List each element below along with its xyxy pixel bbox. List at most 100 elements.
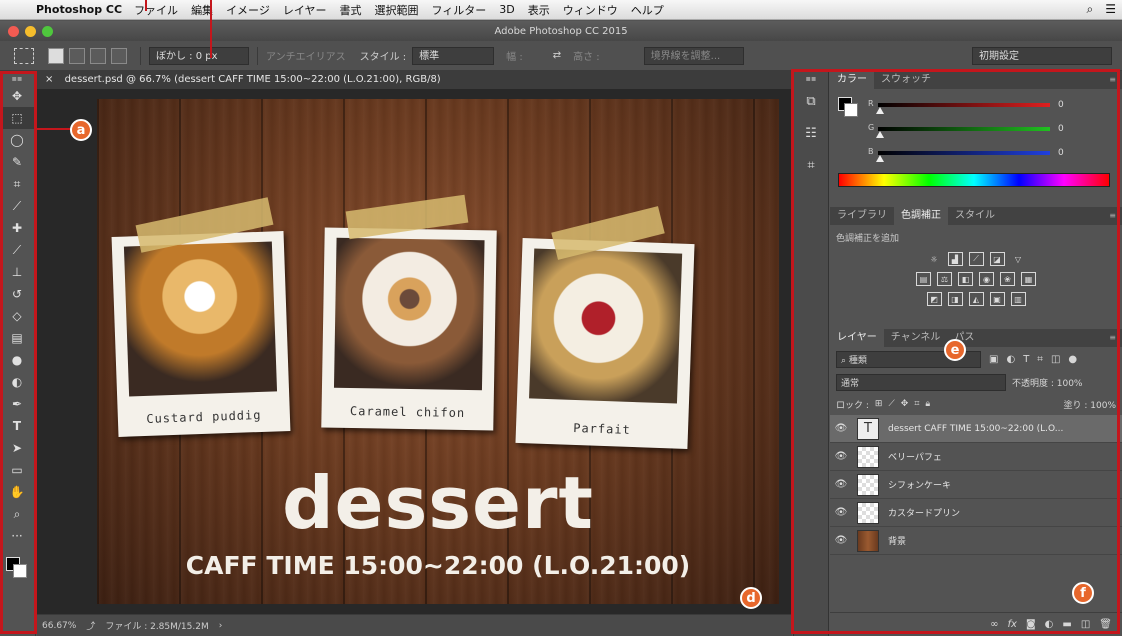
lock-transparent-icon[interactable]: ⊞ [875, 399, 883, 409]
layer-name[interactable]: dessert CAFF TIME 15:00~22:00 (L.O... [888, 424, 1103, 434]
tab-swatches[interactable]: スウォッチ [874, 71, 938, 89]
healing-tool-icon[interactable]: ✚ [0, 217, 34, 239]
tab-layers[interactable]: レイヤー [830, 329, 884, 347]
style-select[interactable]: 標準 [412, 46, 495, 65]
filter-pixel-icon[interactable]: ▣ [989, 354, 998, 365]
gradient-map-icon[interactable]: ▥ [1010, 292, 1026, 306]
list-icon[interactable]: ☰ [1105, 2, 1116, 17]
zoom-tool-icon[interactable]: ⌕ [0, 503, 34, 525]
filter-shape-icon[interactable]: ⌗ [1037, 354, 1043, 365]
history-brush-icon[interactable]: ↺ [0, 283, 34, 305]
pen-tool-icon[interactable]: ✒ [0, 393, 34, 415]
path-select-tool-icon[interactable]: ➤ [0, 437, 34, 459]
new-group-icon[interactable]: ▬ [1062, 619, 1071, 630]
canvas-area[interactable]: Custard puddig Caramel chifon Parfait de… [37, 89, 792, 614]
add-selection-icon[interactable] [69, 47, 85, 64]
menu-filter[interactable]: フィルター [432, 2, 487, 18]
tab-libraries[interactable]: ライブラリ [830, 207, 894, 225]
feather-field[interactable]: ぼかし : 0 px [149, 46, 249, 65]
zoom-level[interactable]: 66.67% [42, 621, 76, 631]
lock-artboard-icon[interactable]: ⌗ [914, 399, 919, 409]
menu-window[interactable]: ウィンドウ [563, 2, 618, 18]
brush-tool-icon[interactable]: ⟋ [0, 239, 34, 261]
workspace-select[interactable]: 初期設定 [972, 47, 1112, 65]
visibility-eye-icon[interactable]: 👁︎ [830, 507, 852, 518]
panel-menu-icon[interactable]: ≡ [1109, 211, 1116, 220]
exposure-icon[interactable]: ◪ [989, 252, 1005, 266]
document-tab[interactable]: × dessert.psd @ 66.7% (dessert CAFF TIME… [37, 71, 792, 89]
status-menu-arrow-icon[interactable]: › [219, 621, 223, 631]
more-tools-icon[interactable]: ··· [0, 525, 34, 547]
invert-icon[interactable]: ◩ [926, 292, 942, 306]
layer-row[interactable]: 👁︎ カスタードプリン [830, 499, 1122, 527]
channel-value[interactable]: 0 [1058, 100, 1064, 110]
slider-thumb[interactable] [876, 155, 884, 162]
green-track[interactable] [878, 127, 1050, 131]
tab-channels[interactable]: チャンネル [884, 329, 948, 347]
stamp-tool-icon[interactable]: ⊥ [0, 261, 34, 283]
selective-color-icon[interactable]: ▣ [989, 292, 1005, 306]
channel-mixer-icon[interactable]: ❀ [1000, 272, 1015, 286]
tab-adjustments[interactable]: 色調補正 [894, 207, 948, 225]
info-panel-icon[interactable]: ⌗ [794, 149, 828, 181]
dodge-tool-icon[interactable]: ◐ [0, 371, 34, 393]
menu-select[interactable]: 選択範囲 [375, 2, 419, 18]
filter-toggle-icon[interactable]: ● [1068, 354, 1077, 365]
new-layer-icon[interactable]: ◫ [1081, 619, 1090, 630]
new-adjustment-icon[interactable]: ◐ [1045, 619, 1054, 630]
green-slider[interactable]: G 0 [830, 121, 1122, 145]
panel-menu-icon[interactable]: ≡ [1109, 75, 1116, 84]
levels-icon[interactable]: ▟ [947, 252, 963, 266]
layer-row[interactable]: 👁︎ 背景 [830, 527, 1122, 555]
gradient-tool-icon[interactable]: ▤ [0, 327, 34, 349]
menu-image[interactable]: イメージ [226, 2, 270, 18]
layer-name[interactable]: ベリーパフェ [888, 450, 1103, 463]
layer-name[interactable]: 背景 [888, 534, 1103, 547]
lasso-tool-icon[interactable]: ◯ [0, 129, 34, 151]
visibility-eye-icon[interactable]: 👁︎ [830, 451, 852, 462]
swap-icon[interactable]: ⇄ [553, 50, 561, 61]
blue-slider[interactable]: B 0 [830, 145, 1122, 169]
crop-tool-icon[interactable]: ⌗ [0, 173, 34, 195]
menu-3d[interactable]: 3D [499, 3, 514, 16]
antialias-checkbox[interactable]: アンチエイリアス [266, 48, 346, 63]
filter-smart-icon[interactable]: ◫ [1051, 354, 1060, 365]
panel-grip-icon[interactable]: ▪▪ [0, 71, 34, 85]
menu-help[interactable]: ヘルプ [631, 2, 664, 18]
tab-styles[interactable]: スタイル [948, 207, 1002, 225]
eyedropper-tool-icon[interactable]: ⟋ [0, 195, 34, 217]
delete-layer-icon[interactable]: 🗑︎ [1099, 619, 1112, 630]
layer-style-icon[interactable]: fx [1008, 619, 1017, 630]
channel-value[interactable]: 0 [1058, 148, 1064, 158]
curves-icon[interactable]: ⟋ [968, 252, 984, 266]
subtract-selection-icon[interactable] [90, 47, 106, 64]
move-tool-icon[interactable]: ✥ [0, 85, 34, 107]
shape-tool-icon[interactable]: ▭ [0, 459, 34, 481]
refine-edge-button[interactable]: 境界線を調整... [643, 46, 744, 65]
posterize-icon[interactable]: ◨ [947, 292, 963, 306]
visibility-eye-icon[interactable]: 👁︎ [830, 479, 852, 490]
marquee-tool-icon[interactable]: ⬚ [0, 107, 34, 129]
layer-row[interactable]: 👁︎ T dessert CAFF TIME 15:00~22:00 (L.O.… [830, 415, 1122, 443]
tab-color[interactable]: カラー [830, 71, 874, 89]
hand-tool-icon[interactable]: ✋ [0, 481, 34, 503]
quick-select-tool-icon[interactable]: ✎ [0, 151, 34, 173]
opacity-field[interactable]: 不透明度 : 100% [1012, 376, 1082, 389]
red-slider[interactable]: R 0 [830, 97, 1122, 121]
lock-all-icon[interactable]: 🔒︎ [925, 399, 930, 409]
blue-track[interactable] [878, 151, 1050, 155]
threshold-icon[interactable]: ◭ [968, 292, 984, 306]
search-icon[interactable]: ⌕ [1087, 2, 1094, 17]
panel-menu-icon[interactable]: ≡ [1109, 333, 1116, 342]
lock-image-icon[interactable]: ⟋ [888, 399, 894, 409]
hue-saturation-icon[interactable]: ▤ [916, 272, 931, 286]
history-panel-icon[interactable]: ⧉ [794, 85, 828, 117]
blend-mode-select[interactable]: 通常 [836, 373, 1006, 391]
color-lookup-icon[interactable]: ▦ [1021, 272, 1036, 286]
background-color[interactable] [13, 564, 27, 578]
filter-adjust-icon[interactable]: ◐ [1006, 354, 1015, 365]
fill-field[interactable]: 塗り : 100% [1064, 398, 1116, 411]
zoom-window-button[interactable] [42, 26, 53, 37]
filter-type-icon[interactable]: T [1023, 354, 1029, 365]
color-spectrum[interactable] [838, 173, 1110, 187]
